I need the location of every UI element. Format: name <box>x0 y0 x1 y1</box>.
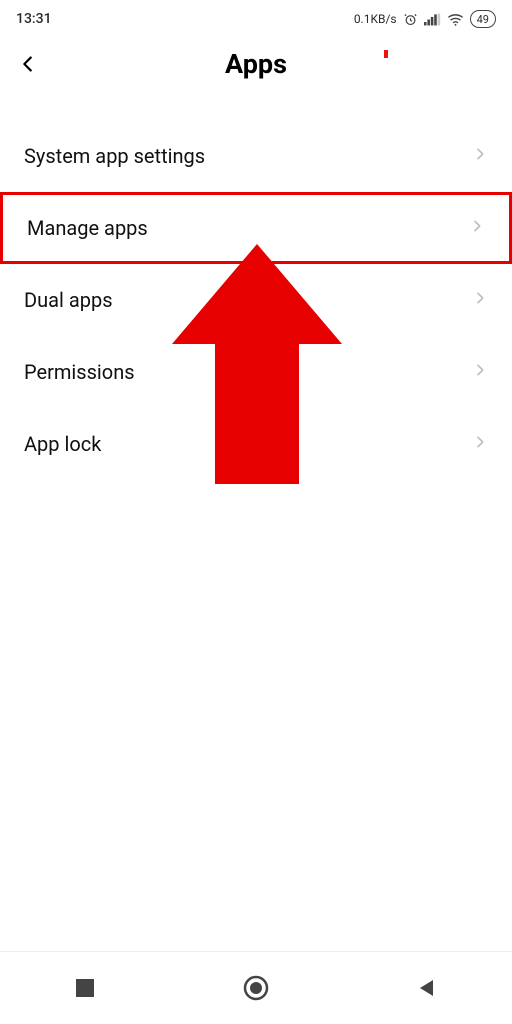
chevron-right-icon <box>472 146 488 166</box>
alarm-icon <box>403 12 418 27</box>
row-dual-apps[interactable]: Dual apps <box>0 264 512 336</box>
red-dot-accent <box>384 50 388 58</box>
battery-pill: 49 <box>470 10 496 28</box>
chevron-right-icon <box>469 218 485 238</box>
page-title: Apps <box>0 48 512 80</box>
chevron-left-icon <box>17 53 39 75</box>
back-button[interactable] <box>4 40 52 88</box>
chevron-right-icon <box>472 362 488 382</box>
row-app-lock[interactable]: App lock <box>0 408 512 480</box>
chevron-right-icon <box>472 434 488 454</box>
header: Apps <box>0 34 512 94</box>
row-label: App lock <box>24 432 101 456</box>
row-label: Manage apps <box>27 216 148 240</box>
wifi-icon <box>447 13 464 26</box>
square-icon <box>76 979 94 997</box>
chevron-right-icon <box>472 290 488 310</box>
status-time: 13:31 <box>16 11 52 27</box>
signal-icon <box>424 13 441 26</box>
row-system-app-settings[interactable]: System app settings <box>0 120 512 192</box>
nav-back-button[interactable] <box>391 964 463 1012</box>
status-bar: 13:31 0.1KB/s <box>0 0 512 34</box>
status-right: 0.1KB/s 49 <box>354 10 496 28</box>
system-navbar <box>0 952 512 1024</box>
row-label: Dual apps <box>24 288 113 312</box>
row-manage-apps[interactable]: Manage apps <box>0 192 512 264</box>
row-label: Permissions <box>24 360 135 384</box>
circle-icon <box>243 975 269 1001</box>
status-net-speed: 0.1KB/s <box>354 12 397 26</box>
row-label: System app settings <box>24 144 205 168</box>
nav-recent-button[interactable] <box>49 964 121 1012</box>
nav-home-button[interactable] <box>220 964 292 1012</box>
triangle-left-icon <box>417 978 437 998</box>
settings-list: System app settings Manage apps Dual app… <box>0 120 512 480</box>
row-permissions[interactable]: Permissions <box>0 336 512 408</box>
